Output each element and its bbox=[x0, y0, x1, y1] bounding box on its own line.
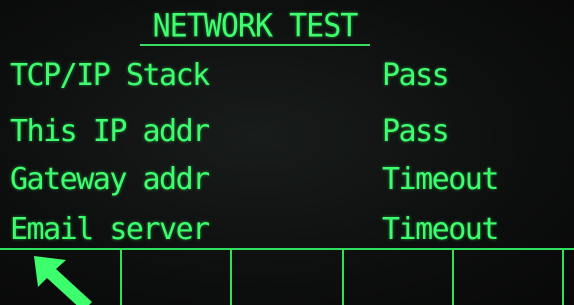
softkey-exit[interactable] bbox=[0, 250, 122, 305]
test-label: Gateway addr bbox=[10, 162, 210, 197]
test-result: Timeout bbox=[382, 212, 499, 247]
softkey-bar bbox=[0, 248, 574, 305]
softkey-4[interactable] bbox=[344, 250, 454, 305]
test-result: Pass bbox=[382, 58, 450, 93]
test-row-tcpip: TCP/IP Stack Pass bbox=[0, 56, 574, 96]
exit-arrow-icon bbox=[34, 256, 92, 305]
softkey-6[interactable] bbox=[564, 250, 574, 305]
test-label: TCP/IP Stack bbox=[10, 58, 210, 93]
softkey-3[interactable] bbox=[232, 250, 344, 305]
softkey-5[interactable] bbox=[454, 250, 564, 305]
test-row-email-server: Email server Timeout bbox=[0, 210, 574, 250]
page-title: NETWORK TEST bbox=[152, 7, 359, 46]
test-result: Pass bbox=[382, 114, 450, 149]
test-label: This IP addr bbox=[10, 114, 210, 149]
terminal-display: NETWORK TEST TCP/IP Stack Pass This IP a… bbox=[0, 0, 574, 305]
softkey-2[interactable] bbox=[122, 250, 232, 305]
test-label: Email server bbox=[10, 212, 210, 247]
test-row-ip-addr: This IP addr Pass bbox=[0, 112, 574, 152]
test-row-gateway: Gateway addr Timeout bbox=[0, 160, 574, 200]
title-underline bbox=[140, 44, 370, 46]
test-result: Timeout bbox=[382, 162, 499, 197]
